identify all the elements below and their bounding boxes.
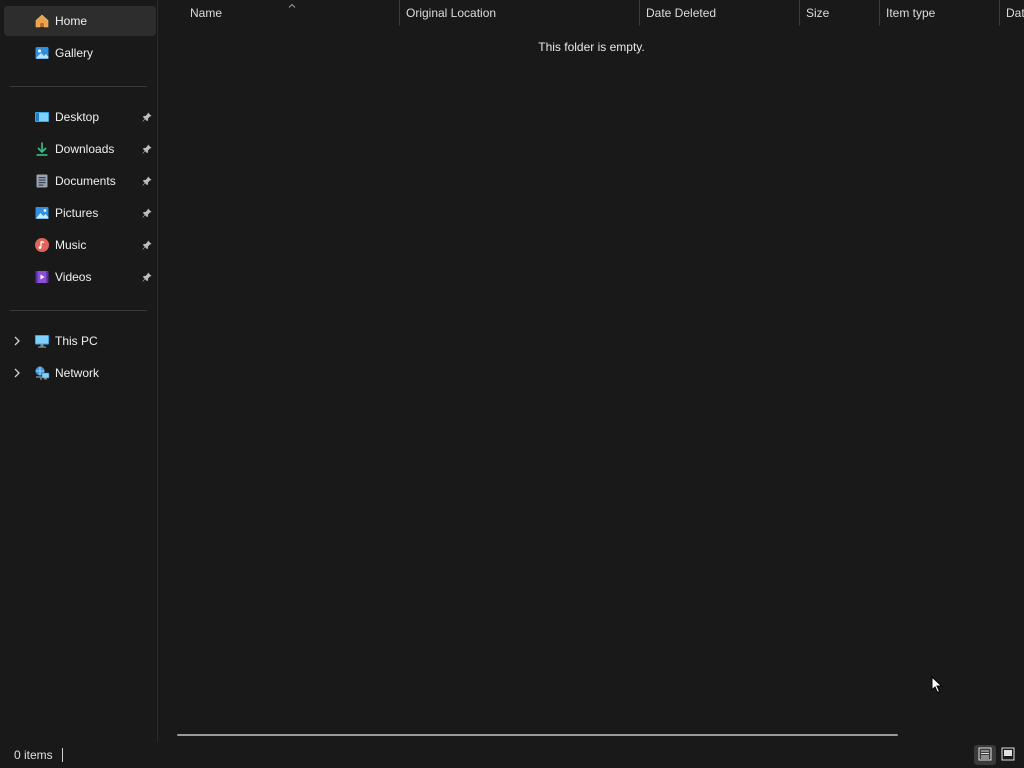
- sidebar-item-label: Desktop: [55, 110, 100, 124]
- chevron-right-icon[interactable]: [10, 366, 24, 380]
- column-header-original-location[interactable]: Original Location: [400, 0, 639, 26]
- sidebar-item-label: This PC: [55, 334, 98, 348]
- sidebar-item-documents[interactable]: Documents: [4, 166, 156, 196]
- gallery-icon: [33, 44, 51, 62]
- sidebar-item-music[interactable]: Music: [4, 230, 156, 260]
- empty-folder-message: This folder is empty.: [538, 40, 645, 54]
- sidebar-item-label: Network: [55, 366, 100, 380]
- sidebar-item-label: Home: [55, 14, 88, 28]
- item-count: 0 items: [14, 748, 53, 762]
- details-view-icon: [978, 747, 992, 764]
- chevron-right-icon[interactable]: [10, 334, 24, 348]
- column-header-size[interactable]: Size: [800, 0, 879, 26]
- pin-icon[interactable]: [140, 110, 154, 124]
- sidebar-divider: [10, 310, 147, 311]
- column-header-row: Name Original Location Date Deleted Size…: [159, 0, 1024, 26]
- file-explorer-window: Home Gallery Desktop Downloads Documents…: [0, 0, 1024, 768]
- navigation-pane: Home Gallery Desktop Downloads Documents…: [0, 0, 158, 742]
- horizontal-scrollbar[interactable]: [177, 734, 898, 736]
- sidebar-item-home[interactable]: Home: [4, 6, 156, 36]
- column-header-date-deleted[interactable]: Date Deleted: [640, 0, 799, 26]
- content-pane: Name Original Location Date Deleted Size…: [159, 0, 1024, 742]
- downloads-icon: [33, 140, 51, 158]
- sidebar-item-videos[interactable]: Videos: [4, 262, 156, 292]
- documents-icon: [33, 172, 51, 190]
- sidebar-item-this-pc[interactable]: This PC: [4, 326, 156, 356]
- details-view-button[interactable]: [974, 745, 996, 765]
- mouse-pointer-icon: [931, 675, 943, 694]
- status-separator: [62, 748, 63, 762]
- pictures-icon: [33, 204, 51, 222]
- this-pc-icon: [33, 332, 51, 350]
- sort-ascending-icon: [287, 0, 297, 8]
- status-bar: 0 items: [0, 742, 1024, 768]
- sidebar-item-label: Pictures: [55, 206, 99, 220]
- desktop-icon: [33, 108, 51, 126]
- pin-icon[interactable]: [140, 174, 154, 188]
- pin-icon[interactable]: [140, 270, 154, 284]
- sidebar-item-downloads[interactable]: Downloads: [4, 134, 156, 164]
- large-icons-view-icon: [1001, 747, 1015, 764]
- column-header-item-type[interactable]: Item type: [880, 0, 999, 26]
- network-icon: [33, 364, 51, 382]
- pin-icon[interactable]: [140, 142, 154, 156]
- sidebar-item-label: Gallery: [55, 46, 94, 60]
- sidebar-item-gallery[interactable]: Gallery: [4, 38, 156, 68]
- sidebar-divider: [10, 86, 147, 87]
- sidebar-item-desktop[interactable]: Desktop: [4, 102, 156, 132]
- large-icons-view-button[interactable]: [997, 745, 1019, 765]
- home-icon: [33, 12, 51, 30]
- sidebar-item-label: Downloads: [55, 142, 115, 156]
- sidebar-item-network[interactable]: Network: [4, 358, 156, 388]
- column-header-date-modified[interactable]: Dat: [1000, 0, 1024, 26]
- sidebar-item-label: Videos: [55, 270, 92, 284]
- sidebar-item-pictures[interactable]: Pictures: [4, 198, 156, 228]
- pin-icon[interactable]: [140, 206, 154, 220]
- sidebar-item-label: Music: [55, 238, 87, 252]
- sidebar-item-label: Documents: [55, 174, 116, 188]
- pin-icon[interactable]: [140, 238, 154, 252]
- music-icon: [33, 236, 51, 254]
- videos-icon: [33, 268, 51, 286]
